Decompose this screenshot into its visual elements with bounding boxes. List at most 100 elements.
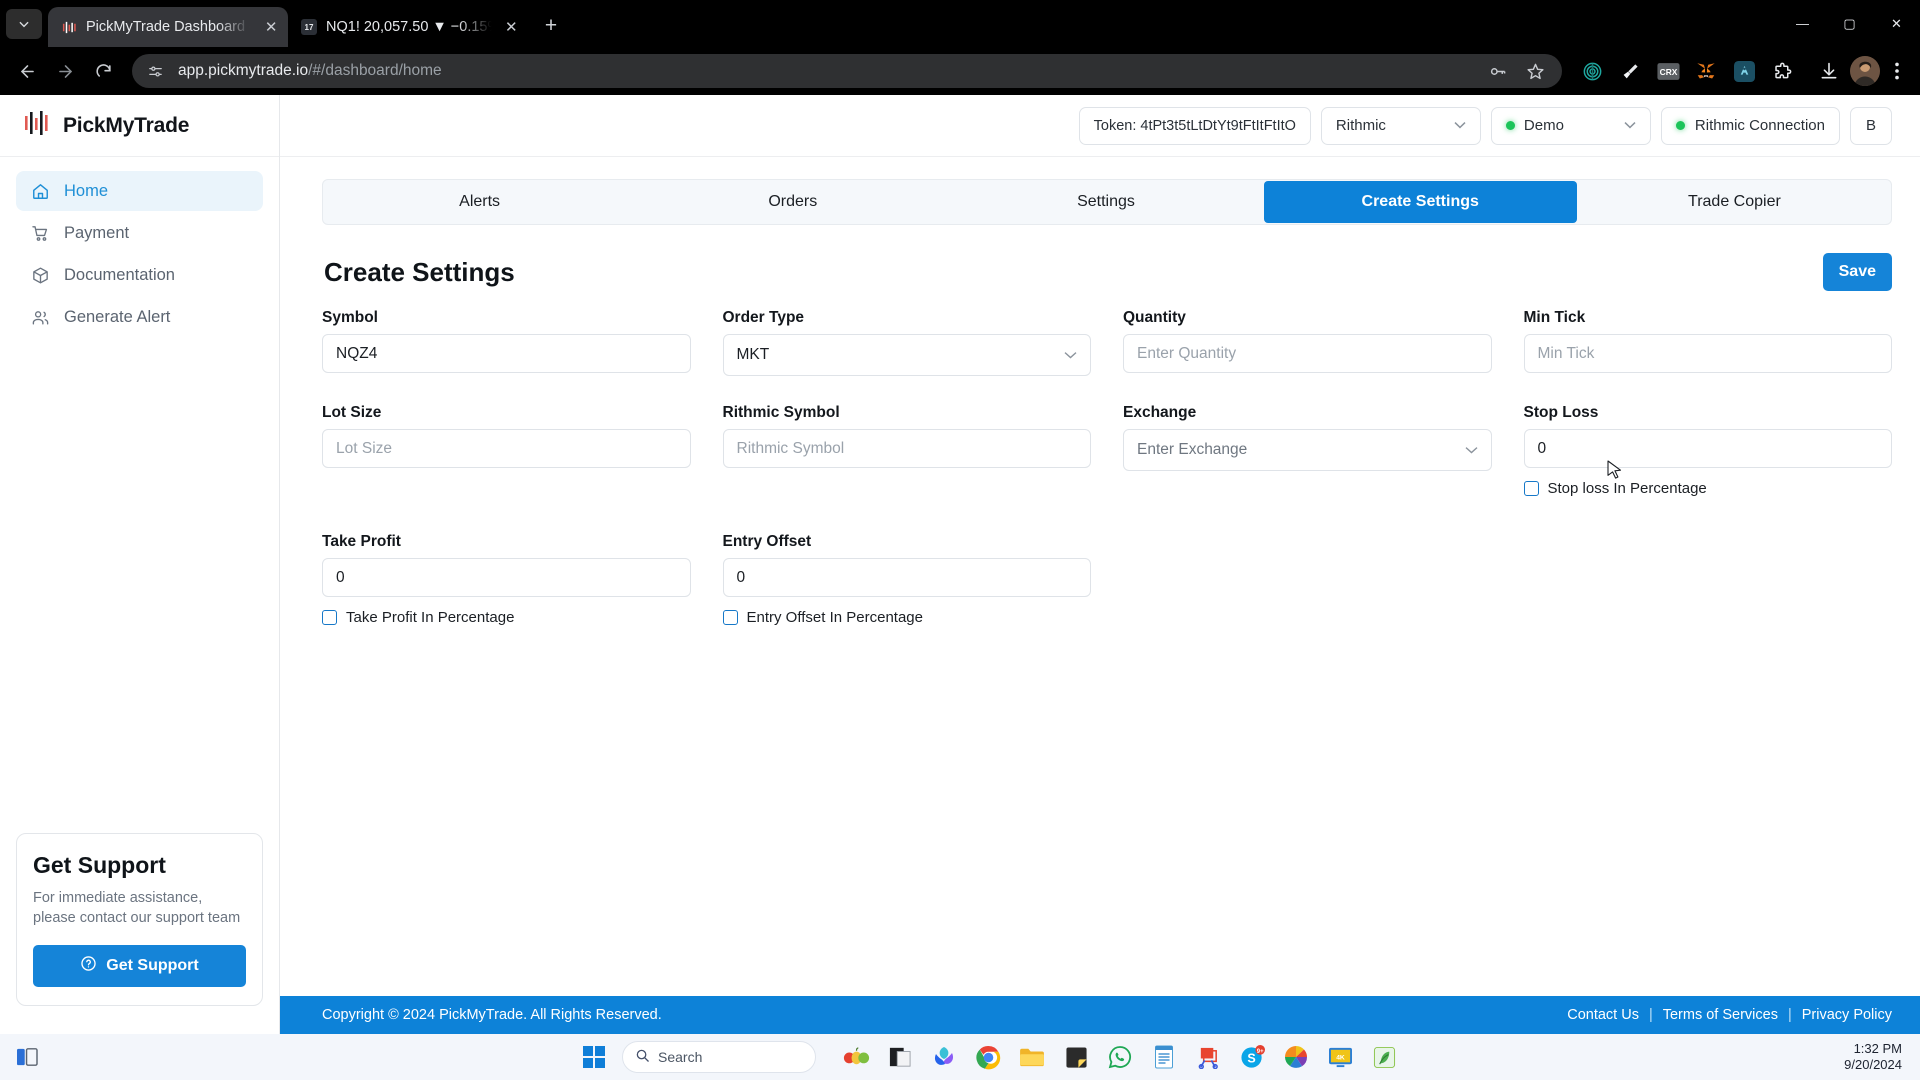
stop-loss-percentage-checkbox[interactable]	[1523, 481, 1539, 496]
whatsapp-icon[interactable]	[1106, 1043, 1134, 1071]
skype-icon[interactable]: S 9+	[1238, 1043, 1266, 1071]
take-profit-input[interactable]: 0	[322, 558, 691, 597]
maximize-icon[interactable]: ▢	[1826, 0, 1873, 47]
user-menu-button[interactable]: B	[1849, 106, 1892, 145]
pinwheel-app-icon[interactable]	[1282, 1043, 1310, 1071]
entry-offset-input[interactable]: 0	[722, 558, 1091, 597]
take-profit-percentage-checkline[interactable]: Take Profit In Percentage	[322, 609, 691, 626]
snipping-tool-icon[interactable]	[1194, 1043, 1222, 1071]
footer-link-terms[interactable]: Terms of Services	[1663, 1007, 1778, 1023]
app-header: Token: 4tPt3t5tLtDtYt9tFtItFtItO Rithmic…	[280, 95, 1920, 157]
kebab-menu-icon[interactable]	[1884, 58, 1910, 84]
browser-tab-tradingview[interactable]: 17 NQ1! 20,057.50 ▼ −0.15% Unna ✕	[288, 7, 528, 47]
dark-window-app-icon[interactable]	[886, 1043, 914, 1071]
file-explorer-icon[interactable]	[1018, 1043, 1046, 1071]
rithmic-symbol-input[interactable]: Rithmic Symbol	[722, 429, 1091, 468]
connection-status[interactable]: Rithmic Connection	[1660, 106, 1840, 145]
minimize-icon[interactable]: —	[1779, 0, 1826, 47]
entry-offset-percentage-label: Entry Offset In Percentage	[746, 609, 923, 626]
field-label: Exchange	[1123, 404, 1197, 421]
entry-offset-percentage-checkline[interactable]: Entry Offset In Percentage	[722, 609, 1092, 626]
order-type-value: MKT	[736, 346, 770, 363]
take-profit-percentage-label: Take Profit In Percentage	[346, 609, 515, 626]
broker-select[interactable]: Rithmic	[1320, 106, 1481, 145]
sidebar-item-label: Payment	[64, 223, 130, 242]
lot-size-input[interactable]: Lot Size	[322, 429, 691, 468]
close-window-icon[interactable]: ✕	[1873, 0, 1920, 47]
bookmark-star-icon[interactable]	[1522, 58, 1548, 84]
close-icon[interactable]: ✕	[262, 16, 280, 38]
green-leaf-app-icon[interactable]	[1370, 1043, 1398, 1071]
back-icon[interactable]	[10, 54, 44, 88]
tab-orders[interactable]: Orders	[636, 180, 949, 224]
new-tab-button[interactable]: +	[534, 9, 568, 43]
taskbar-clock[interactable]: 1:32 PM 9/20/2024	[1844, 1041, 1910, 1074]
sidebar-item-payment[interactable]: Payment	[16, 213, 263, 253]
environment-select[interactable]: Demo	[1490, 106, 1651, 145]
clock-date: 9/20/2024	[1844, 1057, 1902, 1072]
chrome-icon[interactable]	[974, 1043, 1002, 1071]
password-key-icon[interactable]	[1484, 58, 1510, 84]
window-controls: — ▢ ✕	[1779, 0, 1920, 47]
field-label: Quantity	[1123, 309, 1186, 326]
pickmytrade-icon	[60, 19, 78, 35]
page-settings-icon[interactable]	[142, 58, 168, 84]
stop-loss-percentage-checkline[interactable]: Stop loss In Percentage	[1523, 480, 1893, 497]
field-lot-size: Lot Size Lot Size	[322, 404, 691, 497]
radar-extension-icon[interactable]	[1580, 59, 1604, 83]
footer-link-contact-us[interactable]: Contact Us	[1567, 1007, 1639, 1023]
profile-avatar[interactable]	[1850, 56, 1880, 86]
tab-trade-copier[interactable]: Trade Copier	[1578, 180, 1891, 224]
close-icon[interactable]: ✕	[503, 16, 520, 38]
field-label: Min Tick	[1523, 309, 1586, 326]
brand-logo[interactable]: PickMyTrade	[0, 95, 279, 157]
copilot-icon[interactable]	[930, 1043, 958, 1071]
stop-loss-input[interactable]: 0	[1523, 429, 1892, 468]
take-profit-percentage-checkbox[interactable]	[322, 610, 337, 625]
sidebar-item-documentation[interactable]: Documentation	[16, 255, 263, 295]
sidebar-item-home[interactable]: Home	[16, 171, 263, 211]
field-rithmic-symbol: Rithmic Symbol Rithmic Symbol	[722, 404, 1091, 497]
windows-start-icon[interactable]	[574, 1037, 614, 1077]
quantity-input[interactable]: Enter Quantity	[1123, 334, 1492, 373]
download-icon[interactable]	[1812, 54, 1846, 88]
entry-offset-percentage-checkbox[interactable]	[722, 610, 738, 625]
extensions-row: CRX	[1574, 59, 1794, 83]
tab-search-button[interactable]	[6, 9, 42, 39]
save-button[interactable]: Save	[1822, 253, 1892, 291]
broom-extension-icon[interactable]	[1618, 59, 1642, 83]
exchange-select[interactable]: Enter Exchange	[1123, 429, 1492, 471]
field-label: Lot Size	[322, 404, 382, 421]
fruits-app-icon[interactable]	[842, 1043, 870, 1071]
a-badge-extension-icon[interactable]	[1732, 59, 1756, 83]
taskbar-search[interactable]: Search	[622, 1041, 816, 1073]
form-row-3: Take Profit 0 Take Profit In Percentage …	[322, 533, 1892, 632]
box-icon	[30, 265, 50, 285]
token-display: Token: 4tPt3t5tLtDtYt9tFtItFtItO	[1078, 106, 1311, 145]
symbol-input[interactable]: NQZ4	[322, 334, 691, 373]
forward-icon[interactable]	[48, 54, 82, 88]
crx-extension-icon[interactable]: CRX	[1656, 59, 1680, 83]
tradingview-icon: 17	[300, 19, 318, 35]
tab-create-settings[interactable]: Create Settings	[1263, 181, 1577, 223]
get-support-button[interactable]: Get Support	[33, 945, 246, 987]
metamask-fox-icon[interactable]	[1694, 59, 1718, 83]
puzzle-extensions-icon[interactable]	[1770, 59, 1794, 83]
sidebar: PickMyTrade Home Payment Documentation G…	[0, 95, 280, 1034]
sticky-notes-icon[interactable]	[1062, 1043, 1090, 1071]
field-label: Take Profit	[322, 533, 401, 550]
monitor-4k-icon[interactable]: 4K	[1326, 1043, 1354, 1071]
browser-tab-pickmytrade[interactable]: PickMyTrade Dashboard - Mana ✕	[48, 7, 288, 47]
task-view-icon[interactable]	[10, 1042, 44, 1072]
tab-settings[interactable]: Settings	[949, 180, 1262, 224]
taskbar-search-placeholder: Search	[658, 1049, 703, 1065]
order-type-select[interactable]: MKT	[722, 334, 1091, 376]
sidebar-item-generate-alert[interactable]: Generate Alert	[16, 297, 263, 337]
min-tick-input[interactable]: Min Tick	[1523, 334, 1892, 373]
notepad-icon[interactable]	[1150, 1043, 1178, 1071]
reload-icon[interactable]	[86, 54, 120, 88]
address-bar-url: app.pickmytrade.io/#/dashboard/home	[178, 62, 1474, 80]
tab-alerts[interactable]: Alerts	[323, 180, 636, 224]
footer-link-privacy[interactable]: Privacy Policy	[1802, 1007, 1892, 1023]
address-bar[interactable]: app.pickmytrade.io/#/dashboard/home	[132, 54, 1562, 88]
